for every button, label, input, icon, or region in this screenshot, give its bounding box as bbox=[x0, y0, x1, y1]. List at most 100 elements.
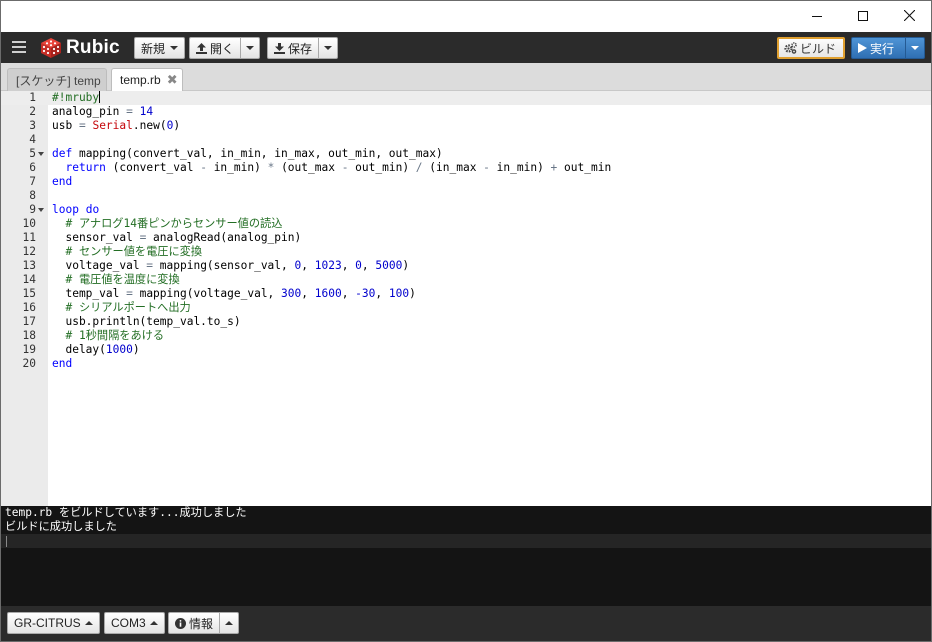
tab-label: temp.rb bbox=[120, 73, 161, 87]
gears-icon bbox=[784, 42, 797, 54]
code-text: analog_pin = 14 bbox=[52, 105, 153, 119]
code-line[interactable]: 16 # シリアルポートへ出力 bbox=[1, 301, 931, 315]
code-token: = bbox=[126, 287, 133, 300]
code-token: do bbox=[85, 203, 100, 216]
code-token: end bbox=[52, 175, 73, 188]
code-token: (in_max bbox=[422, 161, 484, 174]
line-number: 16 bbox=[22, 301, 36, 314]
code-line[interactable]: 9 loop do bbox=[1, 203, 931, 217]
board-label: GR-CITRUS bbox=[14, 616, 81, 630]
code-line[interactable]: 12 # センサー値を電圧に変換 bbox=[1, 245, 931, 259]
code-line[interactable]: 8 bbox=[1, 189, 931, 203]
code-line[interactable]: 5 def mapping(convert_val, in_min, in_max… bbox=[1, 147, 931, 161]
close-icon bbox=[903, 10, 915, 21]
port-select-button[interactable]: COM3 bbox=[104, 612, 165, 634]
code-text: temp_val = mapping(voltage_val, 300, 160… bbox=[52, 287, 415, 301]
code-line[interactable]: 2 analog_pin = 14 bbox=[1, 105, 931, 119]
status-bar: GR-CITRUS COM3 情報 bbox=[1, 606, 931, 641]
code-line[interactable]: 13 voltage_val = mapping(sensor_val, 0, … bbox=[1, 259, 931, 273]
console-line: ビルドに成功しました bbox=[5, 520, 117, 533]
tab-sketch[interactable]: [スケッチ] temp bbox=[7, 68, 107, 91]
code-editor[interactable]: 1 #!mruby 2 analog_pin = 14 3 usb = Serial.ne… bbox=[1, 91, 931, 506]
info-label: 情報 bbox=[189, 616, 214, 631]
code-token: ) bbox=[173, 119, 181, 132]
code-line[interactable]: 14 # 電圧値を温度に変換 bbox=[1, 273, 931, 287]
code-token: .new( bbox=[132, 119, 167, 132]
code-line[interactable]: 20 end bbox=[1, 357, 931, 371]
caret-up-icon bbox=[149, 621, 158, 625]
open-button[interactable]: 開く bbox=[189, 37, 242, 59]
fold-arrow-icon[interactable] bbox=[38, 208, 44, 212]
code-token: out_min) bbox=[348, 161, 416, 174]
code-line[interactable]: 4 bbox=[1, 133, 931, 147]
code-token: end bbox=[52, 357, 73, 370]
open-dropdown-toggle[interactable] bbox=[240, 37, 260, 59]
run-label: 実行 bbox=[870, 41, 895, 56]
code-line[interactable]: 6 return (convert_val - in_min) * (out_m… bbox=[1, 161, 931, 175]
code-text: delay(1000) bbox=[52, 343, 140, 357]
code-token: mapping(convert_val, in_min, in_max, out… bbox=[72, 147, 443, 160]
code-token: temp_val bbox=[52, 287, 127, 300]
line-number: 11 bbox=[22, 231, 36, 244]
code-line[interactable]: 1 #!mruby bbox=[1, 91, 931, 105]
code-line[interactable]: 7 end bbox=[1, 175, 931, 189]
code-text: # 電圧値を温度に変換 bbox=[52, 273, 179, 287]
run-dropdown-toggle[interactable] bbox=[905, 37, 925, 59]
hamburger-icon[interactable] bbox=[12, 41, 26, 53]
code-line[interactable]: 18 # 1秒間隔をあける bbox=[1, 329, 931, 343]
tab-label: [スケッチ] temp bbox=[16, 73, 101, 88]
build-button[interactable]: ビルド bbox=[777, 37, 845, 59]
new-button[interactable]: 新規 bbox=[134, 37, 186, 59]
info-button[interactable]: 情報 bbox=[168, 612, 221, 634]
code-text: sensor_val = analogRead(analog_pin) bbox=[52, 231, 301, 245]
tab-close-icon[interactable]: ✖ bbox=[167, 72, 178, 88]
board-select-button[interactable]: GR-CITRUS bbox=[7, 612, 100, 634]
maximize-button[interactable] bbox=[840, 0, 886, 31]
tab-temp-rb[interactable]: temp.rb ✖ bbox=[111, 68, 183, 91]
open-label: 開く bbox=[210, 41, 235, 56]
code-token: # 1秒間隔をあける bbox=[65, 329, 165, 342]
code-line[interactable]: 10 # アナログ14番ピンからセンサー値の読込 bbox=[1, 217, 931, 231]
save-button[interactable]: 保存 bbox=[267, 37, 320, 59]
code-token: - bbox=[200, 161, 207, 174]
line-number: 17 bbox=[22, 315, 36, 328]
new-label: 新規 bbox=[141, 41, 166, 56]
code-token: 100 bbox=[388, 287, 410, 300]
console-input[interactable] bbox=[1, 534, 931, 548]
code-line[interactable]: 11 sensor_val = analogRead(analog_pin) bbox=[1, 231, 931, 245]
caret-down-icon bbox=[246, 46, 254, 50]
text-cursor bbox=[99, 91, 101, 103]
code-line[interactable]: 3 usb = Serial.new(0) bbox=[1, 119, 931, 133]
code-token: 14 bbox=[139, 105, 154, 118]
close-window-button[interactable] bbox=[886, 0, 932, 31]
code-token: analog_pin bbox=[52, 105, 127, 118]
code-token: def bbox=[52, 147, 73, 160]
code-text: usb.println(temp_val.to_s) bbox=[52, 315, 240, 329]
line-number: 5 bbox=[29, 147, 36, 160]
caret-down-icon bbox=[324, 46, 332, 50]
code-line[interactable]: 15 temp_val = mapping(voltage_val, 300, … bbox=[1, 287, 931, 301]
code-token: 5000 bbox=[375, 259, 403, 272]
code-token: mapping(sensor_val, bbox=[153, 259, 295, 272]
build-console[interactable]: temp.rb をビルドしています...成功しました ビルドに成功しました bbox=[1, 506, 931, 606]
code-token: ) bbox=[132, 343, 140, 356]
run-button[interactable]: 実行 bbox=[851, 37, 906, 59]
info-dropdown-toggle[interactable] bbox=[219, 612, 239, 634]
fold-arrow-icon[interactable] bbox=[38, 152, 44, 156]
minimize-button[interactable] bbox=[794, 0, 840, 31]
line-number: 7 bbox=[29, 175, 36, 188]
code-token: , bbox=[375, 287, 389, 300]
main-toolbar: Rubic 新規 開く 保存 ビルド 実行 bbox=[1, 32, 931, 63]
code-line[interactable]: 17 usb.println(temp_val.to_s) bbox=[1, 315, 931, 329]
line-number: 9 bbox=[29, 203, 36, 216]
code-text: voltage_val = mapping(sensor_val, 0, 102… bbox=[52, 259, 409, 273]
save-dropdown-toggle[interactable] bbox=[318, 37, 338, 59]
line-number: 3 bbox=[29, 119, 36, 132]
app-logo: Rubic bbox=[40, 36, 120, 60]
code-line[interactable]: 19 delay(1000) bbox=[1, 343, 931, 357]
code-token: analogRead(analog_pin) bbox=[146, 231, 302, 244]
code-token: 1023 bbox=[314, 259, 342, 272]
code-token: # シリアルポートへ出力 bbox=[65, 301, 191, 314]
port-label: COM3 bbox=[111, 616, 146, 630]
